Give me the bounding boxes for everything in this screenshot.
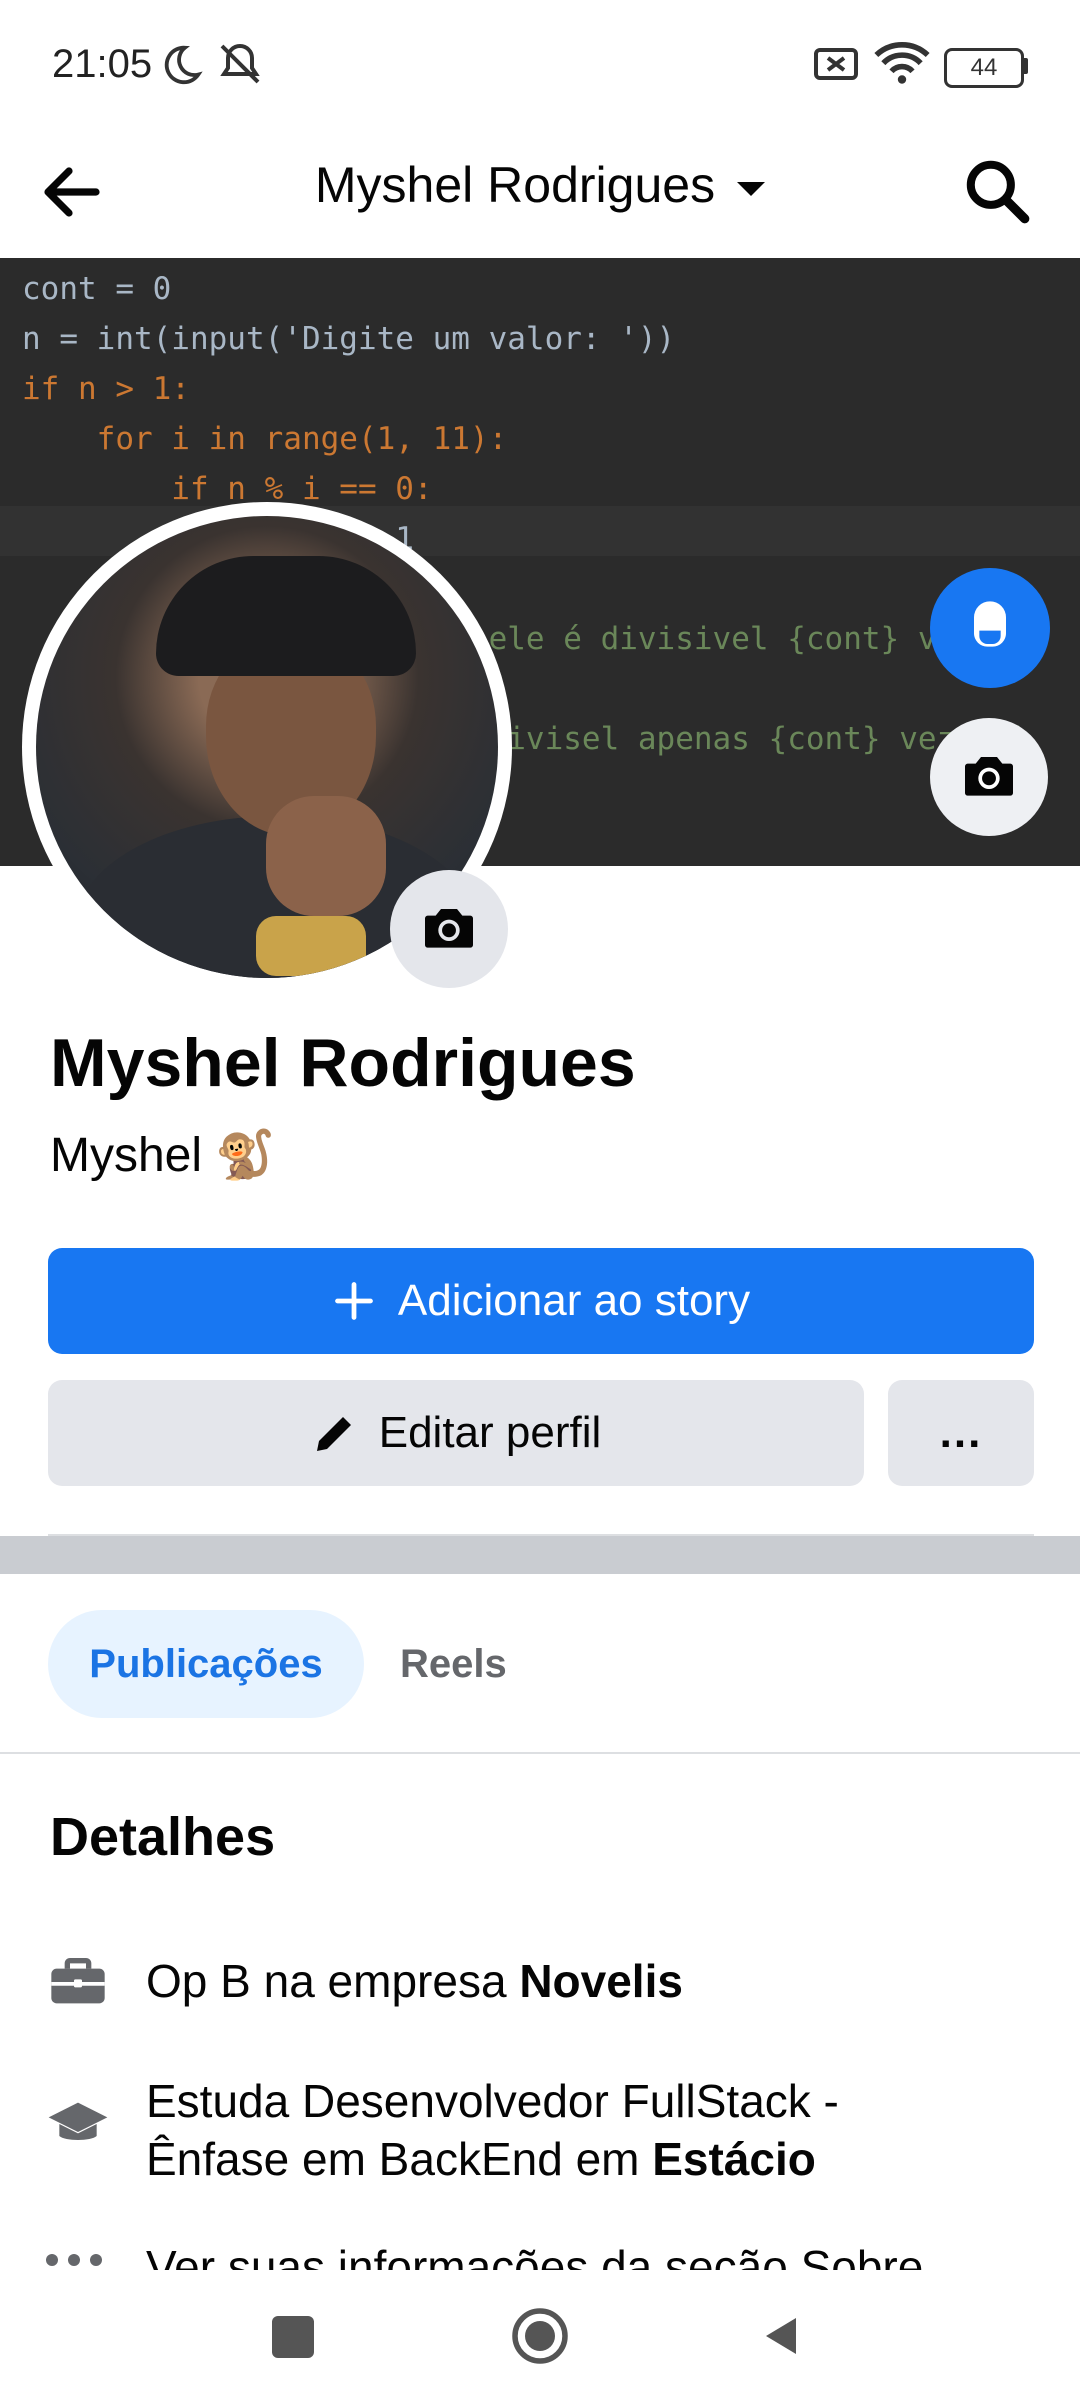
recent-apps-button[interactable] <box>272 2316 314 2358</box>
do-not-disturb-moon-icon <box>164 45 203 85</box>
profile-nickname: Myshel 🐒 <box>50 1126 275 1183</box>
tab-reels[interactable]: Reels <box>400 1610 507 1718</box>
dropdown-caret-icon <box>737 181 766 196</box>
detail-education: Estuda Desenvolvedor FullStack - Ênfase … <box>146 2072 839 2188</box>
education-line-2: Ênfase em BackEnd em Estácio <box>146 2130 839 2188</box>
camera-icon <box>425 909 473 948</box>
system-nav-bar <box>0 2270 1080 2400</box>
work-company-link[interactable]: Novelis <box>519 1955 683 2007</box>
edit-profile-button[interactable]: Editar perfil <box>48 1380 864 1486</box>
details-heading: Detalhes <box>50 1807 276 1867</box>
avatar-frame-button[interactable] <box>930 568 1050 688</box>
about-link-row[interactable]: Ver suas informações da seção Sobre <box>0 2232 1080 2270</box>
code-line-2: n = int(input('Digite um valor: ')) <box>22 321 676 357</box>
avatar-watch <box>256 916 366 976</box>
status-bar: 21:05 44 <box>0 0 1080 130</box>
tab-publicacoes[interactable]: Publicações <box>48 1610 364 1718</box>
education-school-link[interactable]: Estácio <box>652 2133 816 2185</box>
avatar-hand <box>266 796 386 916</box>
education-text: Ênfase em BackEnd em <box>146 2133 653 2185</box>
profile-switcher[interactable]: Myshel Rodrigues <box>0 156 1080 214</box>
no-sim-icon <box>814 48 858 80</box>
work-text: Op B na empresa <box>146 1955 520 2007</box>
detail-work: Op B na empresa Novelis <box>146 1952 683 2010</box>
briefcase-icon <box>51 1958 105 2004</box>
code-line-4: for i in range(1, 11): <box>22 421 508 457</box>
avatar-face-icon <box>974 601 1006 647</box>
code-line-3: if n > 1: <box>22 371 190 407</box>
edit-profile-picture-button[interactable] <box>390 870 508 988</box>
battery-level: 44 <box>970 54 998 81</box>
add-to-story-button[interactable]: Adicionar ao story <box>48 1248 1034 1354</box>
add-to-story-label: Adicionar ao story <box>397 1276 751 1325</box>
monkey-emoji-icon: 🐒 <box>215 1129 276 1182</box>
status-time: 21:05 <box>52 42 153 86</box>
code-line-1: cont = 0 <box>22 271 172 307</box>
avatar-cap <box>156 556 416 676</box>
more-options-button[interactable]: ... <box>888 1380 1034 1486</box>
search-icon[interactable] <box>960 154 1034 228</box>
profile-name: Myshel Rodrigues <box>50 1025 636 1101</box>
battery-tip <box>1022 58 1028 74</box>
back-button[interactable] <box>758 2312 806 2360</box>
plus-icon <box>335 1282 373 1320</box>
top-app-bar: Myshel Rodrigues <box>0 130 1080 260</box>
nickname-text: Myshel <box>50 1129 203 1182</box>
pencil-icon <box>316 1417 351 1451</box>
tabs-divider <box>0 1752 1080 1754</box>
muted-bell-icon <box>220 43 260 84</box>
about-link-text: Ver suas informações da seção Sobre <box>146 2241 924 2270</box>
edit-cover-camera-button[interactable] <box>930 718 1048 836</box>
edit-profile-label: Editar perfil <box>378 1408 602 1457</box>
education-line-1: Estuda Desenvolvedor FullStack - <box>146 2075 839 2127</box>
more-dots-icon <box>46 2254 110 2266</box>
graduation-cap-icon <box>48 2102 108 2140</box>
tab-label: Publicações <box>89 1641 323 1686</box>
wifi-icon <box>874 41 930 84</box>
section-separator <box>0 1536 1080 1574</box>
header-title: Myshel Rodrigues <box>314 157 716 213</box>
battery-icon: 44 <box>944 48 1024 88</box>
camera-icon <box>965 757 1013 796</box>
tab-label: Reels <box>400 1641 507 1686</box>
home-button[interactable] <box>510 2306 570 2366</box>
more-options-label: ... <box>939 1408 983 1457</box>
code-line-5: if n % i == 0: <box>22 471 433 507</box>
